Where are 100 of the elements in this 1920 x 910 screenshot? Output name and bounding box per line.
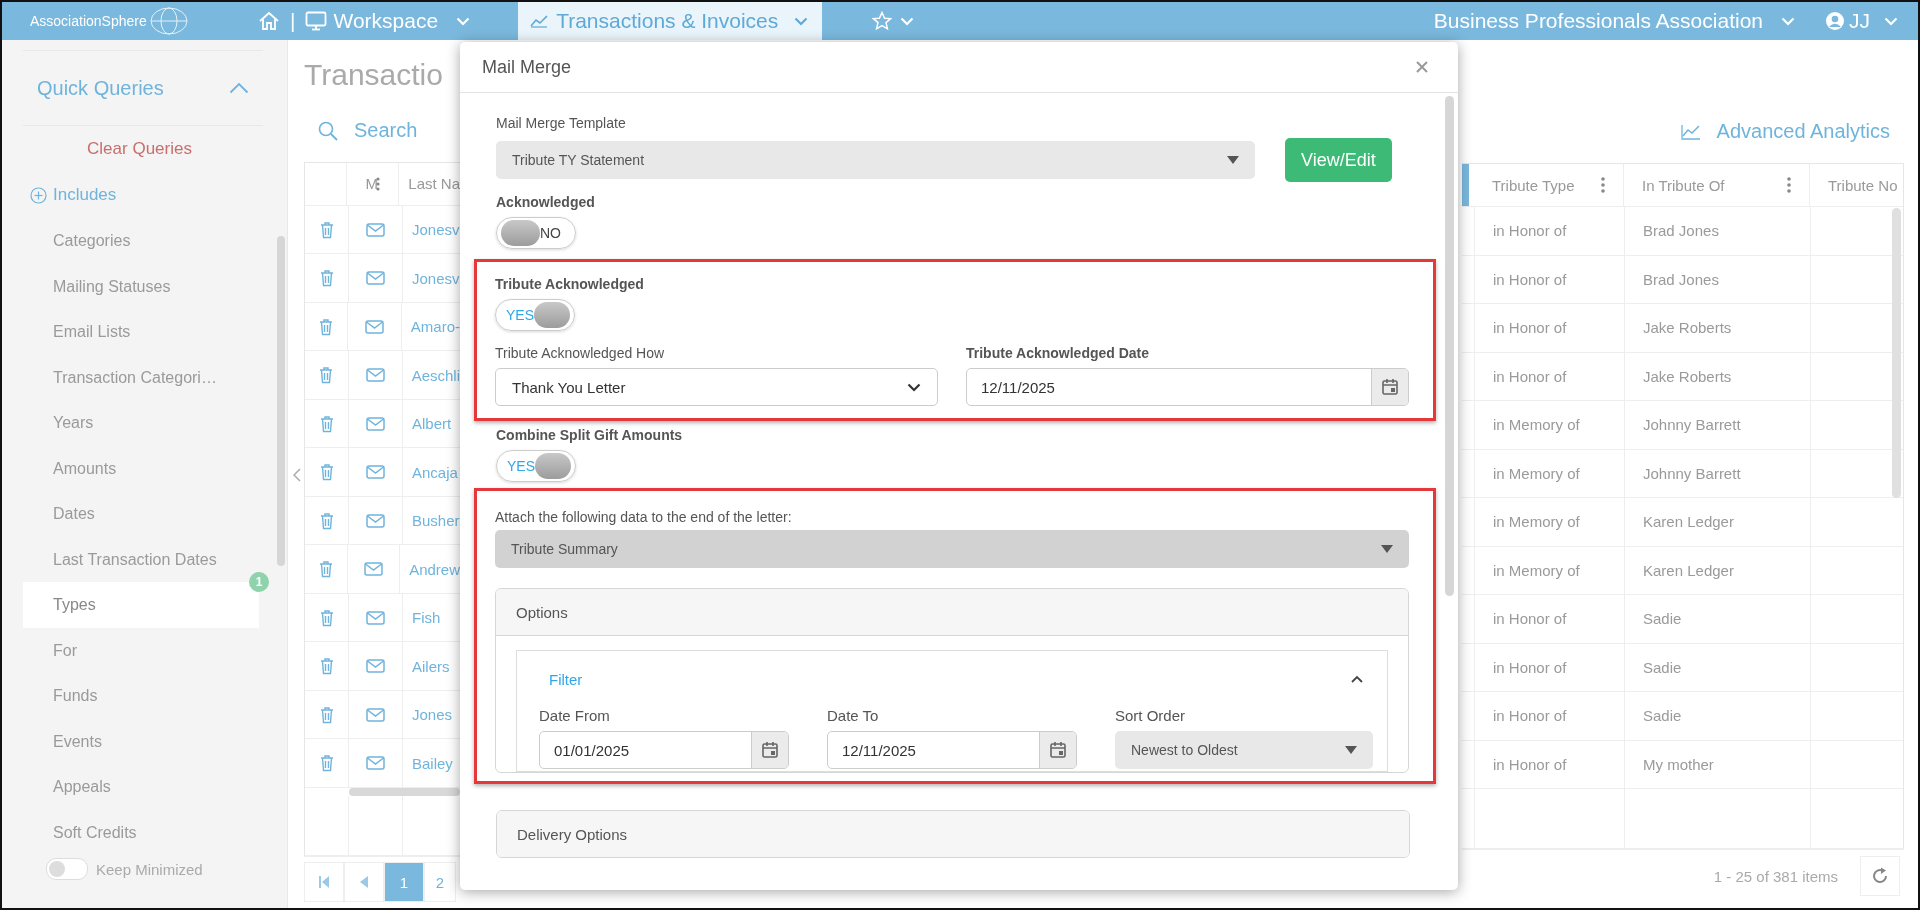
mail-icon[interactable] xyxy=(366,271,385,286)
mail-icon[interactable] xyxy=(363,562,383,577)
mail-icon[interactable] xyxy=(366,465,385,480)
sidebar-item[interactable]: Appeals xyxy=(23,764,259,810)
last-name-link[interactable]: Aeschli xyxy=(411,366,460,384)
mail-icon[interactable] xyxy=(366,416,385,431)
trash-icon[interactable] xyxy=(319,317,334,336)
mail-icon[interactable] xyxy=(366,222,385,237)
count-badge: 1 xyxy=(249,572,269,592)
column-menu-icon[interactable] xyxy=(1787,177,1791,193)
organization-menu[interactable]: Business Professionals Association xyxy=(1433,9,1795,33)
mail-icon[interactable] xyxy=(366,707,385,722)
last-name-link[interactable]: Amaro- xyxy=(410,318,460,336)
trash-icon[interactable] xyxy=(319,220,334,239)
column-header[interactable]: Tribute No xyxy=(1810,164,1903,206)
mail-icon[interactable] xyxy=(366,513,385,528)
last-name-link[interactable]: Jonesv xyxy=(412,221,460,239)
trash-icon[interactable] xyxy=(319,414,334,433)
page-button[interactable]: 2 xyxy=(424,862,456,903)
close-icon[interactable] xyxy=(1416,61,1428,73)
mail-icon[interactable] xyxy=(366,610,385,625)
last-name-link[interactable]: Fish xyxy=(412,609,441,627)
last-name-link[interactable]: Bailey xyxy=(412,754,453,772)
refresh-button[interactable] xyxy=(1860,856,1900,896)
collapse-chevron-icon[interactable] xyxy=(1351,675,1363,683)
last-name-link[interactable]: Jones xyxy=(412,706,453,724)
module-tab[interactable]: Transactions & Invoices xyxy=(518,2,823,40)
column-header[interactable]: M xyxy=(347,162,400,205)
trash-icon[interactable] xyxy=(319,705,334,724)
scrollbar[interactable] xyxy=(277,236,285,566)
table-cell: in Memory of xyxy=(1475,498,1625,546)
favorites-menu[interactable] xyxy=(872,11,915,31)
table-cell: in Honor of xyxy=(1475,740,1625,788)
trash-icon[interactable] xyxy=(319,269,334,288)
column-menu-icon[interactable] xyxy=(376,176,381,191)
calendar-button[interactable] xyxy=(1371,369,1408,405)
mail-icon[interactable] xyxy=(366,756,385,771)
trash-icon[interactable] xyxy=(319,511,334,530)
mail-icon[interactable] xyxy=(365,368,385,383)
filter-title[interactable]: Filter xyxy=(549,670,583,688)
sidebar-item[interactable]: Events xyxy=(23,718,259,764)
last-name-link[interactable]: Jonesv xyxy=(412,269,460,287)
keep-minimized-switch[interactable] xyxy=(46,858,88,880)
calendar-button[interactable] xyxy=(1039,732,1076,768)
date-field[interactable]: 12/11/2025 xyxy=(827,731,1077,769)
column-header[interactable]: In Tribute Of xyxy=(1624,164,1810,206)
attach-data-dropdown[interactable]: Tribute Summary xyxy=(495,530,1409,568)
view-edit-button[interactable]: View/Edit xyxy=(1285,138,1392,182)
sidebar-item[interactable]: Email Lists xyxy=(23,309,259,355)
page-button[interactable]: 1 xyxy=(384,862,424,903)
mail-icon[interactable] xyxy=(366,659,385,674)
trash-icon[interactable] xyxy=(318,560,333,579)
logo[interactable]: AssociationSphere xyxy=(30,6,240,36)
last-name-link[interactable]: Ancaja xyxy=(412,463,458,481)
calendar-icon xyxy=(1049,741,1067,759)
sort-order-dropdown[interactable]: Newest to Oldest xyxy=(1115,731,1373,769)
trash-icon[interactable] xyxy=(319,657,334,676)
sidebar-item[interactable]: Transaction Categori… xyxy=(23,354,259,400)
last-name-link[interactable]: Ailers xyxy=(412,657,450,675)
previous-page-button[interactable] xyxy=(344,862,384,903)
calendar-button[interactable] xyxy=(751,732,788,768)
scrollbar[interactable] xyxy=(1892,208,1901,498)
user-menu[interactable]: JJ xyxy=(1825,9,1898,33)
first-page-button[interactable] xyxy=(304,862,344,903)
sidebar-item[interactable]: Years xyxy=(23,400,259,446)
clear-queries-link[interactable]: Clear Queries xyxy=(87,139,192,159)
sidebar-item[interactable]: Dates xyxy=(23,491,259,537)
mail-icon[interactable] xyxy=(365,319,385,334)
search-button[interactable]: Search xyxy=(318,119,418,143)
toggle-label: Tribute Acknowledged xyxy=(495,276,645,292)
column-resize-handle[interactable] xyxy=(1462,164,1469,206)
trash-icon[interactable] xyxy=(319,754,334,773)
column-menu-icon[interactable] xyxy=(1601,177,1605,193)
acknowledged-how-dropdown[interactable]: Thank You Letter xyxy=(495,368,938,406)
home-icon[interactable] xyxy=(258,11,280,31)
sidebar-item[interactable]: Soft Credits xyxy=(23,809,259,855)
column-header[interactable]: Last Na xyxy=(399,162,460,205)
template-dropdown[interactable]: Tribute TY Statement xyxy=(496,141,1255,179)
collapse-sidebar-icon[interactable] xyxy=(293,468,301,482)
trash-icon[interactable] xyxy=(319,463,334,482)
sidebar-item[interactable]: For xyxy=(23,627,259,673)
column-header[interactable]: Tribute Type xyxy=(1474,164,1624,206)
date-field[interactable]: 01/01/2025 xyxy=(539,731,789,769)
sidebar-item[interactable]: Categories xyxy=(23,218,259,264)
includes-toggle[interactable]: Includes xyxy=(2,172,117,218)
scrollbar[interactable] xyxy=(1445,96,1454,596)
sidebar-item[interactable]: Funds xyxy=(23,673,259,719)
advanced-analytics-link[interactable]: Advanced Analytics xyxy=(1680,120,1890,143)
trash-icon[interactable] xyxy=(319,608,334,627)
scrollbar[interactable] xyxy=(349,787,460,796)
last-name-link[interactable]: Busher xyxy=(412,512,460,530)
sidebar-item[interactable]: Mailing Statuses xyxy=(23,263,259,309)
sidebar-item[interactable]: Amounts xyxy=(23,445,259,491)
line-chart-icon xyxy=(530,14,549,28)
workspace-menu[interactable]: Workspace xyxy=(305,9,471,33)
last-name-link[interactable]: Albert xyxy=(412,415,452,433)
calendar-icon xyxy=(1381,378,1399,396)
last-name-link[interactable]: Andrew xyxy=(409,560,460,578)
trash-icon[interactable] xyxy=(319,366,334,385)
date-field[interactable]: 12/11/2025 xyxy=(966,368,1409,406)
